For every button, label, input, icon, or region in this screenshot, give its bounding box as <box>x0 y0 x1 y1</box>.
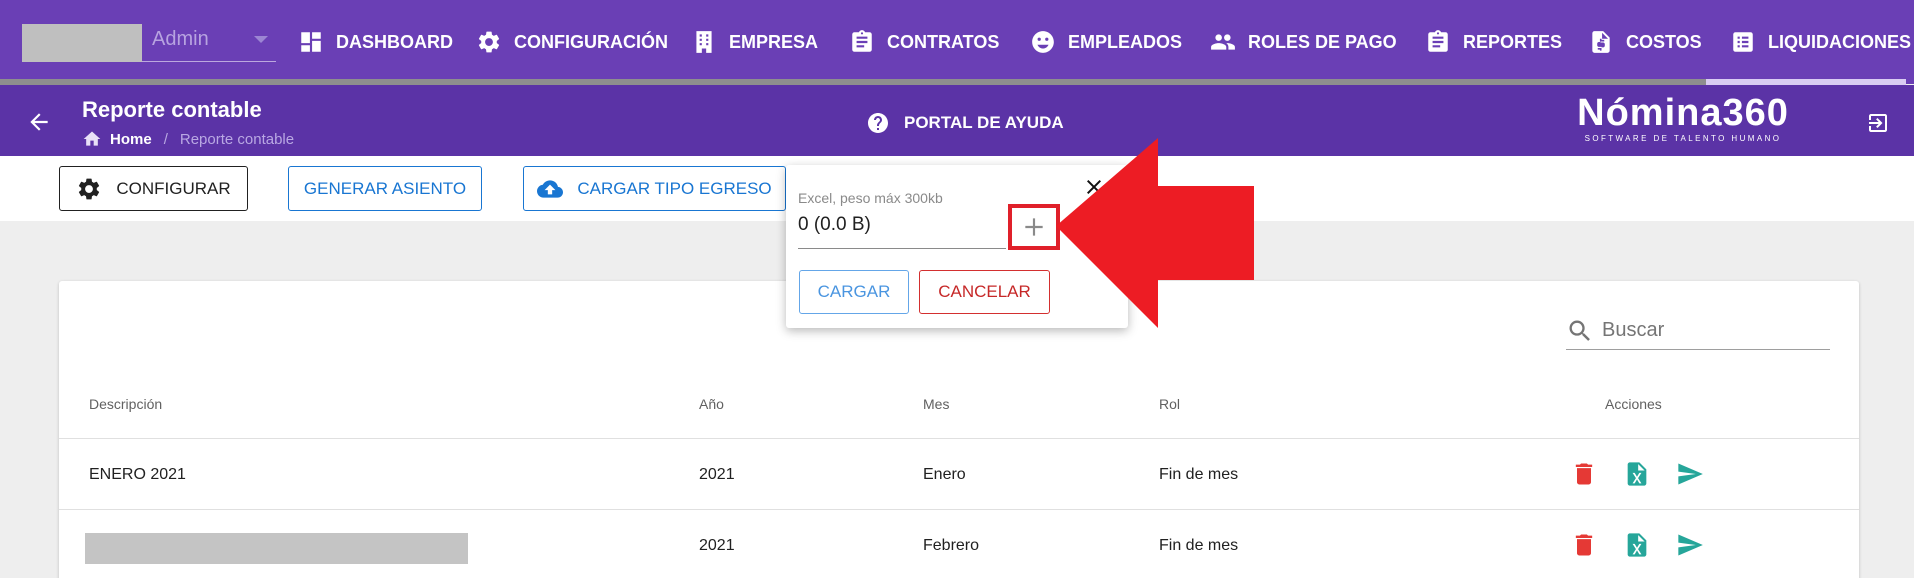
logout-icon[interactable] <box>1866 111 1890 135</box>
nav-contratos-label: CONTRATOS <box>887 31 1000 52</box>
clipboard-icon <box>1428 30 1448 52</box>
nav-reportes[interactable]: REPORTES <box>1425 26 1562 58</box>
clipboard-icon <box>852 30 872 52</box>
search-icon <box>1569 320 1590 341</box>
dashboard-icon <box>301 32 321 52</box>
nav-empresa-label: EMPRESA <box>729 31 819 52</box>
brand-name: Nómina360 <box>1577 92 1789 134</box>
nav-roles-de-pago-label: ROLES DE PAGO <box>1248 31 1397 52</box>
column-header-mes[interactable]: Mes <box>923 396 949 412</box>
page-title: Reporte contable <box>82 97 262 122</box>
search-field[interactable] <box>1566 312 1830 350</box>
brand-tagline: SOFTWARE DE TALENTO HUMANO <box>1584 134 1782 143</box>
send-button[interactable] <box>1676 460 1704 488</box>
delete-button[interactable] <box>1570 531 1598 559</box>
list-icon <box>1733 32 1753 52</box>
column-header-acciones: Acciones <box>1605 396 1662 412</box>
gear-icon <box>478 31 500 53</box>
help-portal-label: PORTAL DE AYUDA <box>904 113 1064 132</box>
column-header-rol[interactable]: Rol <box>1159 396 1180 412</box>
nav-liquidaciones-label: LIQUIDACIONES <box>1768 31 1912 52</box>
cell-anio: 2021 <box>699 466 735 483</box>
top-navbar: Admin DASHBOARD CONFIGURACIÓN EMPRESA CO… <box>0 0 1914 85</box>
people-icon <box>1211 34 1235 50</box>
add-file-button[interactable] <box>1008 204 1060 250</box>
nav-roles-de-pago[interactable]: ROLES DE PAGO <box>1210 26 1397 58</box>
cargar-tipo-egreso-button[interactable]: CARGAR TIPO EGRESO <box>523 166 786 211</box>
excel-file-icon <box>1627 533 1647 557</box>
redacted-description <box>85 533 468 564</box>
nav-empleados-label: EMPLEADOS <box>1068 31 1183 52</box>
cell-mes: Febrero <box>923 537 980 554</box>
column-header-anio[interactable]: Año <box>699 396 724 412</box>
nav-empleados[interactable]: EMPLEADOS <box>1030 26 1182 58</box>
cell-rol: Fin de mes <box>1159 537 1239 554</box>
file-size-hint: Excel, peso máx 300kb <box>798 190 943 206</box>
cell-anio: 2021 <box>699 537 735 554</box>
send-icon <box>1678 463 1703 485</box>
breadcrumb-separator: / <box>163 130 168 148</box>
nav-reportes-label: REPORTES <box>1463 31 1563 52</box>
dollar-file-icon <box>1592 31 1610 53</box>
send-button[interactable] <box>1676 531 1704 559</box>
trash-icon <box>1575 463 1593 485</box>
cargar-button[interactable]: CARGAR <box>799 270 909 314</box>
export-excel-button[interactable] <box>1623 531 1651 559</box>
generar-asiento-label: GENERAR ASIENTO <box>303 178 467 198</box>
cell-mes: Enero <box>923 466 966 483</box>
page-header: Reporte contable Home / Reporte contable… <box>0 85 1914 156</box>
nav-dashboard-label: DASHBOARD <box>336 31 453 52</box>
generar-asiento-button[interactable]: GENERAR ASIENTO <box>288 166 482 211</box>
caret-down-icon <box>254 36 268 43</box>
back-arrow-icon[interactable] <box>26 109 52 135</box>
file-input-underline <box>798 248 1006 249</box>
cargar-tipo-egreso-label: CARGAR TIPO EGRESO <box>577 178 772 198</box>
delete-button[interactable] <box>1570 460 1598 488</box>
column-header-descripcion[interactable]: Descripción <box>89 396 162 412</box>
trash-icon <box>1575 534 1593 556</box>
building-icon <box>696 31 712 53</box>
configurar-label: CONFIGURAR <box>116 178 231 198</box>
annotation-arrow-icon <box>1056 138 1254 328</box>
nav-empresa[interactable]: EMPRESA <box>691 26 818 58</box>
home-icon <box>82 129 102 149</box>
nav-costos-label: COSTOS <box>1626 31 1702 52</box>
breadcrumb-current: Reporte contable <box>179 130 295 148</box>
brand-logo: Nómina360 SOFTWARE DE TALENTO HUMANO <box>1568 93 1798 144</box>
nav-configuracion-label: CONFIGURACIÓN <box>514 31 668 52</box>
help-portal-link[interactable]: PORTAL DE AYUDA <box>866 111 1064 135</box>
nav-contratos[interactable]: CONTRATOS <box>849 26 999 58</box>
help-icon <box>868 113 888 133</box>
configurar-button[interactable]: CONFIGURAR <box>59 166 248 211</box>
cancelar-button[interactable]: CANCELAR <box>919 270 1050 314</box>
breadcrumb: Home / Reporte contable <box>82 129 294 149</box>
nav-costos[interactable]: COSTOS <box>1588 26 1702 58</box>
company-select[interactable]: Admin <box>22 20 276 62</box>
gear-icon <box>79 178 100 199</box>
plus-icon <box>1025 218 1043 236</box>
nav-dashboard[interactable]: DASHBOARD <box>298 26 453 58</box>
face-icon <box>1032 31 1054 53</box>
table-header-divider <box>59 438 1859 439</box>
file-input-value[interactable]: 0 (0.0 B) <box>798 214 871 236</box>
cloud-upload-icon <box>537 179 564 198</box>
nav-configuracion[interactable]: CONFIGURACIÓN <box>476 26 668 58</box>
row-divider <box>59 509 1859 510</box>
company-select-value: Admin <box>152 28 209 50</box>
nav-liquidaciones[interactable]: LIQUIDACIONES <box>1730 26 1911 58</box>
cell-descripcion: ENERO 2021 <box>89 466 186 483</box>
breadcrumb-home[interactable]: Home <box>110 131 152 148</box>
send-icon <box>1678 534 1703 556</box>
redacted-company-name <box>22 24 142 62</box>
cell-rol: Fin de mes <box>1159 466 1239 483</box>
export-excel-button[interactable] <box>1623 460 1651 488</box>
search-input[interactable] <box>1602 319 1822 342</box>
excel-file-icon <box>1627 462 1647 486</box>
